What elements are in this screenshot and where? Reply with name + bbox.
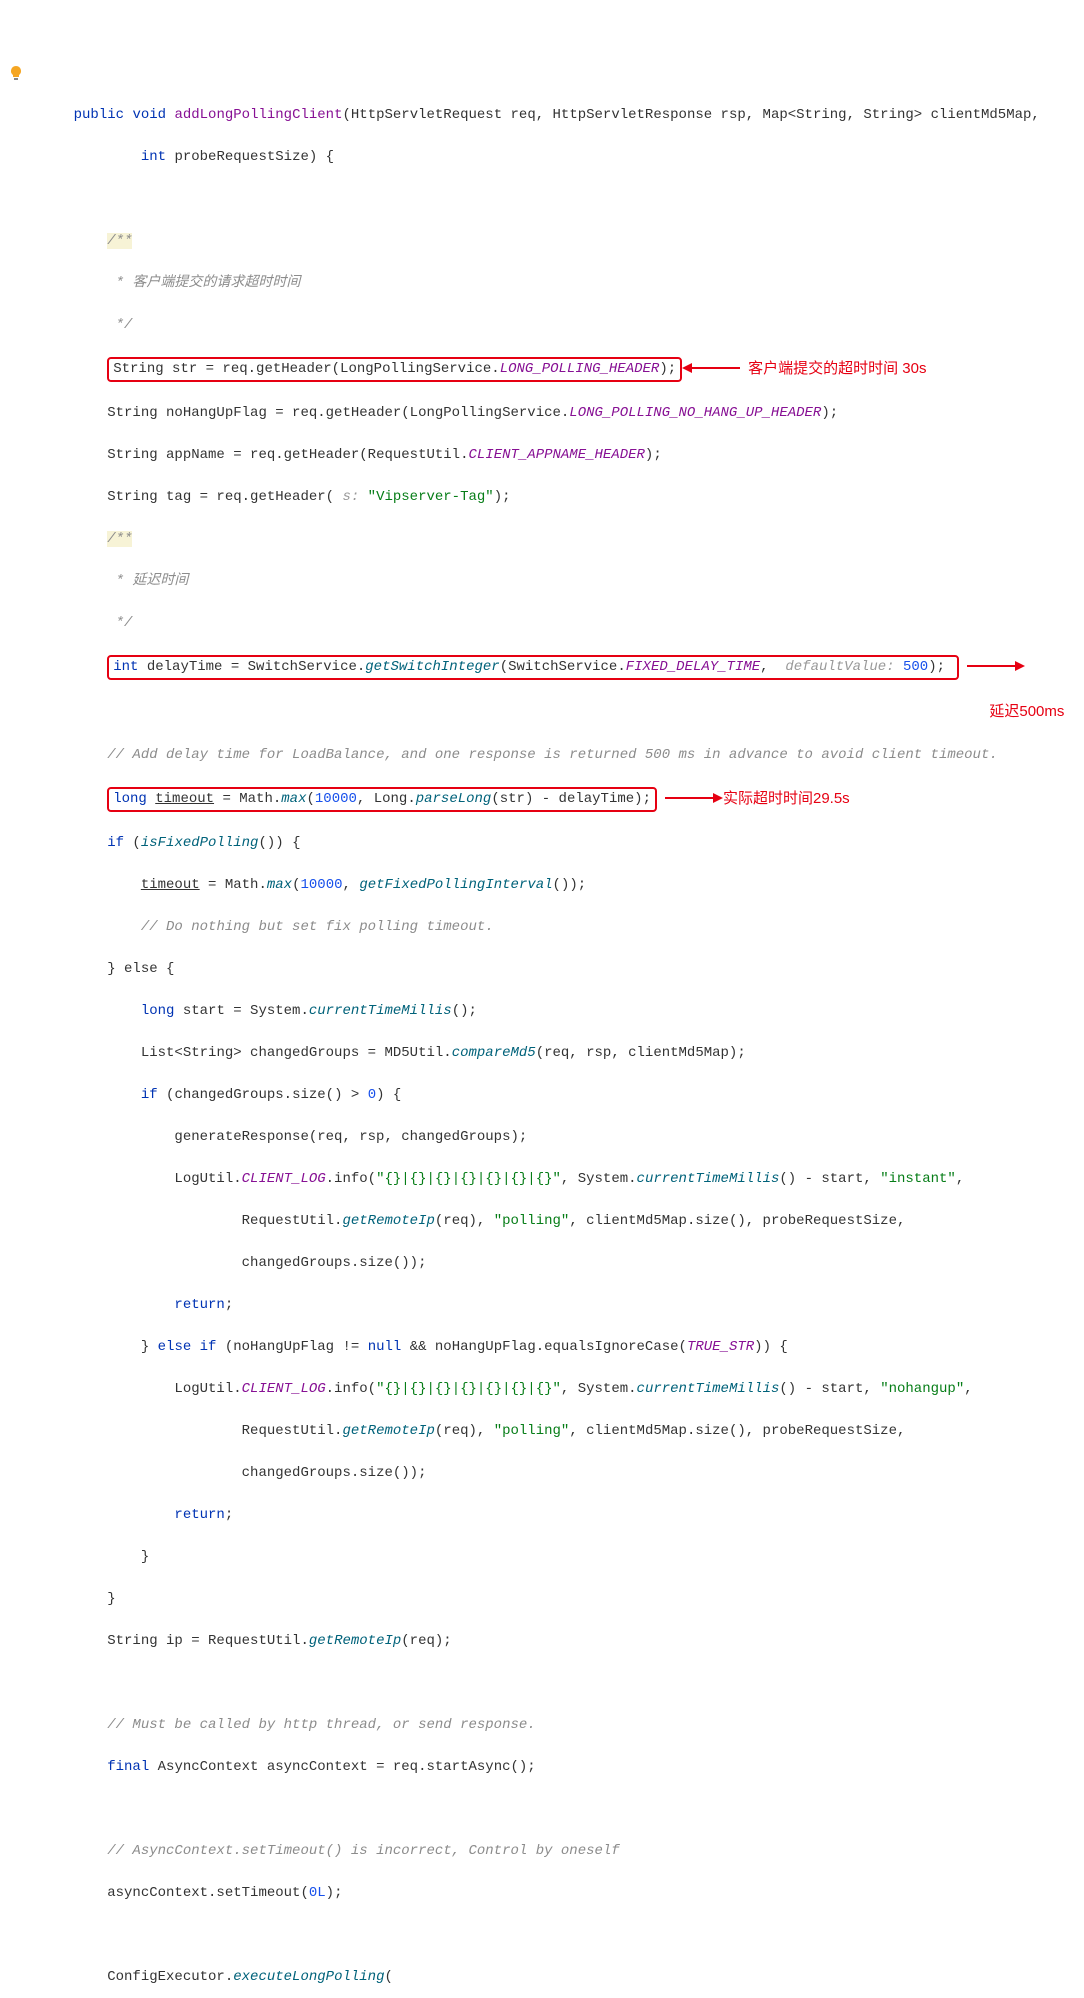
code-line: return;	[40, 1295, 1084, 1316]
annotation-arrow: 实际超时时间29.5s	[657, 788, 850, 809]
code-line: // Must be called by http thread, or sen…	[40, 1715, 1084, 1736]
code-line: String tag = req.getHeader( s: "Vipserve…	[40, 487, 1084, 508]
code-line: /**	[40, 529, 1084, 550]
annotation-arrow: 客户端提交的超时时间 30s	[682, 358, 926, 379]
code-line: // Add delay time for LoadBalance, and o…	[40, 745, 1084, 766]
code-line: */	[40, 315, 1084, 336]
code-line: changedGroups.size());	[40, 1463, 1084, 1484]
code-line: int delayTime = SwitchService.getSwitchI…	[40, 655, 1084, 680]
code-line: } else {	[40, 959, 1084, 980]
code-line: String str = req.getHeader(LongPollingSe…	[40, 357, 1084, 382]
code-line: // Do nothing but set fix polling timeou…	[40, 917, 1084, 938]
highlight-box: int delayTime = SwitchService.getSwitchI…	[107, 655, 959, 680]
code-line: String ip = RequestUtil.getRemoteIp(req)…	[40, 1631, 1084, 1652]
annotation-text: 实际超时时间29.5s	[723, 788, 850, 809]
highlight-box: long timeout = Math.max(10000, Long.pars…	[107, 787, 657, 812]
method-name: addLongPollingClient	[174, 107, 342, 123]
code-line: ConfigExecutor.executeLongPolling(	[40, 1967, 1084, 1988]
code-line: } else if (noHangUpFlag != null && noHan…	[40, 1337, 1084, 1358]
code-line: changedGroups.size());	[40, 1253, 1084, 1274]
code-line: public void addLongPollingClient(HttpSer…	[40, 105, 1084, 126]
code-line: /**	[40, 231, 1084, 252]
code-line: }	[40, 1547, 1084, 1568]
code-line: RequestUtil.getRemoteIp(req), "polling",…	[40, 1421, 1084, 1442]
annotation-text: 客户端提交的超时时间 30s	[748, 358, 926, 379]
code-line: generateResponse(req, rsp, changedGroups…	[40, 1127, 1084, 1148]
code-line: }	[40, 1589, 1084, 1610]
code-line: * 客户端提交的请求超时时间	[40, 273, 1084, 294]
annotation-text: 延迟500ms	[989, 703, 1064, 720]
code-line: RequestUtil.getRemoteIp(req), "polling",…	[40, 1211, 1084, 1232]
code-line: String appName = req.getHeader(RequestUt…	[40, 445, 1084, 466]
code-line: LogUtil.CLIENT_LOG.info("{}|{}|{}|{}|{}|…	[40, 1169, 1084, 1190]
code-line: LogUtil.CLIENT_LOG.info("{}|{}|{}|{}|{}|…	[40, 1379, 1084, 1400]
code-line: // AsyncContext.setTimeout() is incorrec…	[40, 1841, 1084, 1862]
code-line: int probeRequestSize) {	[40, 147, 1084, 168]
code-line: * 延迟时间	[40, 571, 1084, 592]
code-line: timeout = Math.max(10000, getFixedPollin…	[40, 875, 1084, 896]
code-line: if (changedGroups.size() > 0) {	[40, 1085, 1084, 1106]
code-line: String noHangUpFlag = req.getHeader(Long…	[40, 403, 1084, 424]
highlight-box: String str = req.getHeader(LongPollingSe…	[107, 357, 682, 382]
code-line: 延迟500ms	[40, 701, 1084, 724]
code-line: asyncContext.setTimeout(0L);	[40, 1883, 1084, 1904]
lightbulb-icon[interactable]	[8, 65, 24, 81]
code-line: final AsyncContext asyncContext = req.st…	[40, 1757, 1084, 1778]
code-line: if (isFixedPolling()) {	[40, 833, 1084, 854]
code-line: return;	[40, 1505, 1084, 1526]
keyword: public	[74, 107, 124, 123]
code-line: List<String> changedGroups = MD5Util.com…	[40, 1043, 1084, 1064]
code-line: long timeout = Math.max(10000, Long.pars…	[40, 787, 1084, 812]
code-line: */	[40, 613, 1084, 634]
params: (HttpServletRequest req, HttpServletResp…	[342, 107, 1039, 123]
keyword: void	[132, 107, 166, 123]
code-line: long start = System.currentTimeMillis();	[40, 1001, 1084, 1022]
annotation-arrow	[959, 665, 1025, 667]
